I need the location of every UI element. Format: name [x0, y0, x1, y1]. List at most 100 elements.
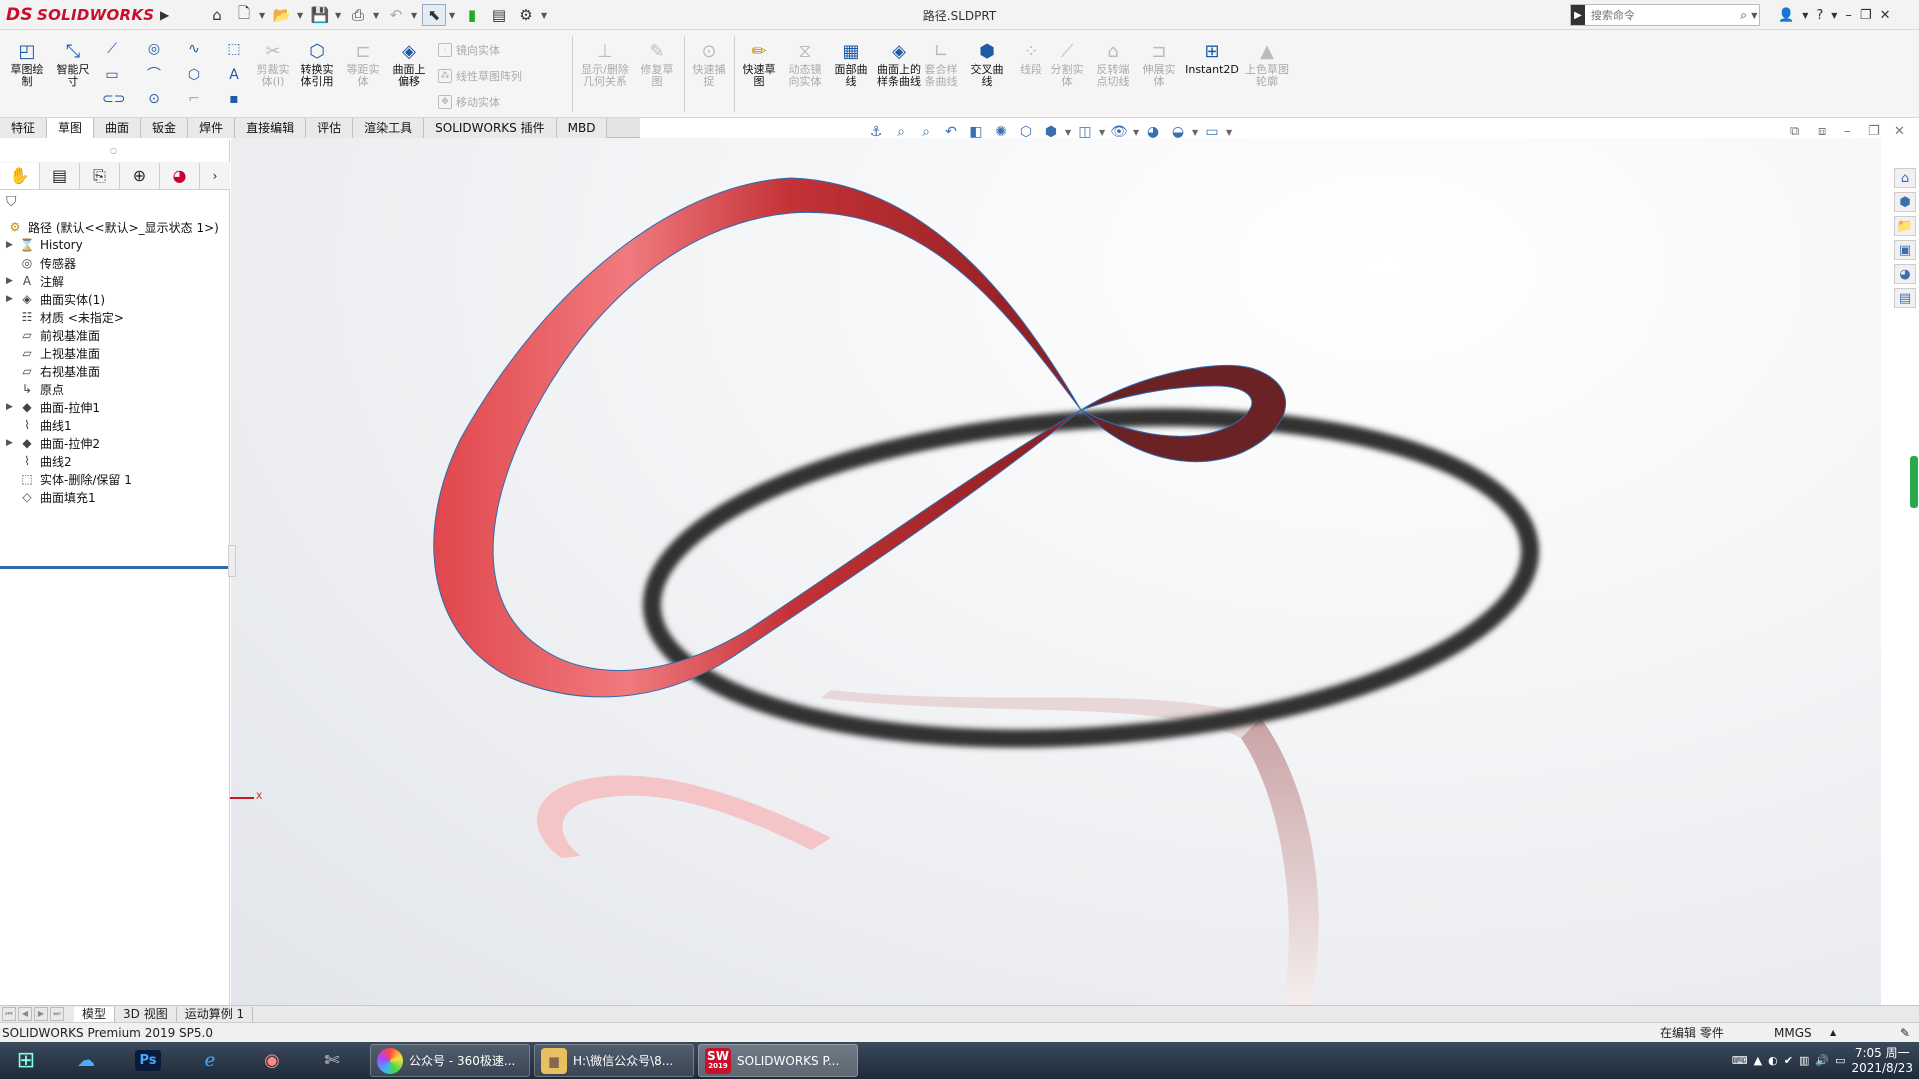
tab-3d-views[interactable]: 3D 视图	[115, 1006, 177, 1022]
chevron-down-icon[interactable]: ▼	[1751, 11, 1759, 20]
dynamic-mirror-button[interactable]: ⧖ 动态镜向实体	[784, 40, 826, 88]
user-icon[interactable]: 👤	[1778, 8, 1794, 23]
ie-browser-icon[interactable]: ℯ	[190, 1044, 230, 1077]
dynamic-annotation-icon[interactable]: ✺	[990, 121, 1012, 143]
tab-mbd[interactable]: MBD	[556, 118, 608, 138]
stretch-entities-button[interactable]: ⊐ 伸展实体	[1138, 40, 1180, 88]
panel-handle-icon[interactable]: ○	[110, 146, 117, 155]
expand-arrow-icon[interactable]: ▶	[6, 294, 18, 304]
chevron-down-icon[interactable]: ▼	[1802, 11, 1808, 20]
notification-icon[interactable]: ✎	[1900, 1023, 1910, 1043]
chevron-down-icon[interactable]: ▼	[1831, 11, 1837, 20]
offset-entities-button[interactable]: ⊏ 等距实体	[342, 40, 384, 88]
tree-item[interactable]: ⬚ 实体-删除/保留 1	[0, 470, 132, 488]
chevron-down-icon[interactable]: ▼	[449, 11, 457, 20]
start-button-icon[interactable]: ⊞	[6, 1044, 46, 1077]
view-palette-icon[interactable]: ▣	[1894, 240, 1916, 260]
select-icon[interactable]: ⬉	[422, 4, 446, 26]
tangent-arc-button[interactable]: ⌂ 反转端点切线	[1092, 40, 1134, 88]
chevron-down-icon[interactable]: ▼	[335, 11, 343, 20]
offset-on-surface-button[interactable]: ◈ 曲面上偏移	[388, 40, 430, 88]
quick-sketch-button[interactable]: ✏ 快速草图	[738, 40, 780, 88]
filter-icon[interactable]: ⛉	[6, 194, 17, 210]
dimxpert-tab-icon[interactable]: ⊕	[120, 162, 160, 189]
arc-icon[interactable]: ⌒	[144, 66, 164, 84]
tab-weldments[interactable]: 焊件	[188, 118, 236, 138]
grid-icon[interactable]: ⬚	[224, 40, 244, 58]
chevron-down-icon[interactable]: ▼	[541, 11, 549, 20]
section-view-icon[interactable]: ◧	[965, 121, 987, 143]
save-icon[interactable]: 💾	[308, 4, 332, 26]
smart-dimension-button[interactable]: ⤡ 智能尺寸	[52, 40, 94, 88]
chevron-down-icon[interactable]: ▼	[373, 11, 381, 20]
intersection-curve-button[interactable]: ⬢ 交叉曲线	[966, 40, 1008, 88]
circle-icon[interactable]: ◎	[144, 40, 164, 58]
fillet-icon[interactable]: ⌐	[184, 90, 204, 108]
tree-root[interactable]: ⚙ 路径 (默认<<默认>_显示状态 1>)	[6, 218, 219, 236]
zoom-to-fit-icon[interactable]: ⌕	[890, 121, 912, 143]
prev-tab-icon[interactable]: ◀	[18, 1007, 32, 1021]
appearance-icon[interactable]: ◕	[1142, 121, 1164, 143]
view-settings-icon[interactable]: ▭	[1201, 121, 1223, 143]
move-entities-button[interactable]: ✥ 移动实体	[438, 94, 500, 110]
tab-model[interactable]: 模型	[74, 1006, 116, 1022]
configuration-manager-tab-icon[interactable]: ⎘	[80, 162, 120, 189]
point-icon[interactable]: ⊙	[144, 90, 164, 108]
convert-entities-button[interactable]: ⬡ 转换实体引用	[296, 40, 338, 88]
tab-surfaces[interactable]: 曲面	[94, 118, 142, 138]
new-document-icon[interactable]: 🗋	[232, 4, 256, 26]
home-icon[interactable]: ⌂	[205, 4, 229, 26]
spline-on-surface-button[interactable]: ◈ 曲面上的样条曲线	[876, 40, 922, 88]
panel-more-arrow-icon[interactable]: ›	[200, 163, 230, 189]
photoshop-icon[interactable]: Ps	[128, 1044, 168, 1077]
app-icon[interactable]: ◉	[252, 1044, 292, 1077]
view-cube-icon[interactable]: ⬡	[1015, 121, 1037, 143]
viewport-minimize-button[interactable]: –	[1844, 124, 1851, 139]
expand-arrow-icon[interactable]: ▶	[6, 438, 18, 448]
tree-item[interactable]: ▱ 前视基准面	[0, 326, 100, 344]
tree-item[interactable]: ▶ A 注解	[0, 272, 64, 290]
viewport-close-button[interactable]: ✕	[1894, 124, 1905, 139]
unit-system[interactable]: MMGS	[1774, 1023, 1812, 1043]
chevron-down-icon[interactable]: ▼	[411, 11, 419, 20]
hide-show-items-icon[interactable]: ◫	[1074, 121, 1096, 143]
split-entities-button[interactable]: ⟋ 分割实体	[1046, 40, 1088, 88]
tab-direct-editing[interactable]: 直接编辑	[235, 118, 307, 138]
face-curves-button[interactable]: ▦ 面部曲线	[830, 40, 872, 88]
chevron-down-icon[interactable]: ▼	[1065, 128, 1071, 137]
chevron-up-icon[interactable]: ▲	[1830, 1023, 1836, 1043]
tree-item[interactable]: ☷ 材质 <未指定>	[0, 308, 124, 326]
tree-item[interactable]: ▱ 上视基准面	[0, 344, 100, 362]
tab-render-tools[interactable]: 渲染工具	[353, 118, 425, 138]
system-clock[interactable]: 7:05 周一 2021/8/23	[1851, 1046, 1913, 1076]
tab-addins[interactable]: SOLIDWORKS 插件	[424, 118, 557, 138]
close-button[interactable]: ✕	[1880, 8, 1891, 23]
undo-icon[interactable]: ↶	[384, 4, 408, 26]
tree-item[interactable]: ⌇ 曲线2	[0, 452, 72, 470]
repair-sketch-button[interactable]: ✎ 修复草图	[636, 40, 678, 88]
feature-manager-tab-icon[interactable]: ✋	[0, 162, 40, 189]
tree-item[interactable]: ▱ 右视基准面	[0, 362, 100, 380]
display-icon[interactable]: ▭	[1835, 1054, 1845, 1067]
chevron-down-icon[interactable]: ▼	[1192, 128, 1198, 137]
baidu-netdisk-icon[interactable]: ☁	[66, 1044, 106, 1077]
viewport-expand-icon[interactable]: ⧈	[1818, 124, 1826, 139]
tree-item[interactable]: ⌇ 曲线1	[0, 416, 72, 434]
previous-view-icon[interactable]: ↶	[940, 121, 962, 143]
tab-sheet-metal[interactable]: 钣金	[141, 118, 189, 138]
tray-arrow-icon[interactable]: ▲	[1754, 1054, 1762, 1067]
expand-arrow-icon[interactable]: ▶	[6, 240, 18, 250]
search-input[interactable]	[1584, 8, 1736, 22]
task-pane-scroll-handle[interactable]	[1910, 456, 1918, 508]
print-icon[interactable]: ⎙	[346, 4, 370, 26]
tree-item[interactable]: ▶ ◆ 曲面-拉伸2	[0, 434, 100, 452]
tree-item[interactable]: ↳ 原点	[0, 380, 64, 398]
polygon-icon[interactable]: ⬡	[184, 66, 204, 84]
appearances-icon[interactable]: ◕	[1894, 264, 1916, 284]
line-icon[interactable]: ⟋	[102, 40, 122, 58]
next-tab-icon[interactable]: ▶	[34, 1007, 48, 1021]
keyboard-icon[interactable]: ⌨	[1732, 1054, 1748, 1067]
property-manager-tab-icon[interactable]: ▤	[40, 162, 80, 189]
tab-evaluate[interactable]: 评估	[306, 118, 354, 138]
show-delete-relations-button[interactable]: ⊥ 显示/删除几何关系	[580, 40, 630, 88]
